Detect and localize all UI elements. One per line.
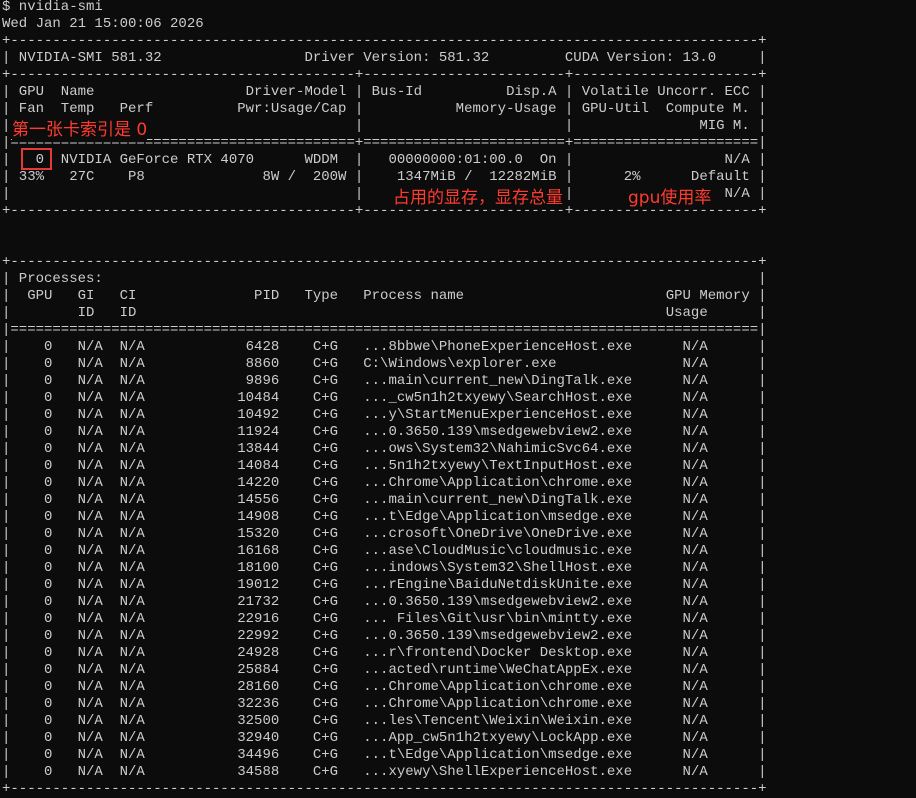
terminal-line: | 0 N/A N/A 22916 C+G ... Files\Git\usr\… — [2, 611, 767, 627]
gpu-util-annotation: gpu使用率 — [628, 188, 712, 208]
terminal-line: +---------------------------------------… — [2, 254, 767, 270]
terminal-line: | 0 N/A N/A 21732 C+G ...0.3650.139\msed… — [2, 594, 767, 610]
terminal-line: | 0 N/A N/A 10484 C+G ..._cw5n1h2txyewy\… — [2, 390, 767, 406]
terminal-line: | 0 N/A N/A 16168 C+G ...ase\CloudMusic\… — [2, 543, 767, 559]
terminal-line: | 0 N/A N/A 14556 C+G ...main\current_ne… — [2, 492, 767, 508]
terminal-line: | 0 N/A N/A 15320 C+G ...crosoft\OneDriv… — [2, 526, 767, 542]
terminal-line: +---------------------------------------… — [2, 33, 767, 49]
gpu-index-annotation: 第一张卡索引是 0 — [12, 120, 148, 140]
terminal-line: | 0 N/A N/A 18100 C+G ...indows\System32… — [2, 560, 767, 576]
terminal-line: | Processes: | — [2, 271, 767, 287]
terminal-line: | Fan Temp Perf Pwr:Usage/Cap | Memory-U… — [2, 101, 767, 117]
terminal-line: | 0 N/A N/A 34588 C+G ...xyewy\ShellExpe… — [2, 764, 767, 780]
terminal-line: | NVIDIA-SMI 581.32 Driver Version: 581.… — [2, 50, 767, 66]
terminal-line: | GPU Name Driver-Model | Bus-Id Disp.A … — [2, 84, 767, 100]
terminal-line: | ID ID Usage | — [2, 305, 767, 321]
terminal-line: | 0 N/A N/A 28160 C+G ...Chrome\Applicat… — [2, 679, 767, 695]
terminal-line: | 0 N/A N/A 19012 C+G ...rEngine\BaiduNe… — [2, 577, 767, 593]
terminal-line: | 0 NVIDIA GeForce RTX 4070 WDDM | 00000… — [2, 152, 767, 168]
terminal-line: | 0 N/A N/A 6428 C+G ...8bbwe\PhoneExper… — [2, 339, 767, 355]
terminal-line: | 0 N/A N/A 8860 C+G C:\Windows\explorer… — [2, 356, 767, 372]
terminal-line: | 0 N/A N/A 25884 C+G ...acted\runtime\W… — [2, 662, 767, 678]
terminal-line: | 0 N/A N/A 32500 C+G ...les\Tencent\Wei… — [2, 713, 767, 729]
terminal-line: | 33% 27C P8 8W / 200W | 1347MiB / 12282… — [2, 169, 767, 185]
terminal-line: | 0 N/A N/A 32940 C+G ...App_cw5n1h2txye… — [2, 730, 767, 746]
terminal-line: | 0 N/A N/A 22992 C+G ...0.3650.139\msed… — [2, 628, 767, 644]
terminal-line: | 0 N/A N/A 14908 C+G ...t\Edge\Applicat… — [2, 509, 767, 525]
terminal-line: | 0 N/A N/A 14084 C+G ...5n1h2txyewy\Tex… — [2, 458, 767, 474]
terminal-line: | 0 N/A N/A 32236 C+G ...Chrome\Applicat… — [2, 696, 767, 712]
terminal-line: | 0 N/A N/A 14220 C+G ...Chrome\Applicat… — [2, 475, 767, 491]
terminal-line: | 0 N/A N/A 13844 C+G ...ows\System32\Na… — [2, 441, 767, 457]
terminal-line: | 0 N/A N/A 11924 C+G ...0.3650.139\msed… — [2, 424, 767, 440]
terminal-line: | GPU GI CI PID Type Process name GPU Me… — [2, 288, 767, 304]
memory-usage-annotation: 占用的显存，显存总量 — [393, 188, 563, 208]
terminal-line: +---------------------------------------… — [2, 67, 767, 83]
terminal-line: Wed Jan 21 15:00:06 2026 — [2, 16, 204, 32]
terminal-line: | 0 N/A N/A 34496 C+G ...t\Edge\Applicat… — [2, 747, 767, 763]
terminal-line: | 0 N/A N/A 24928 C+G ...r\frontend\Dock… — [2, 645, 767, 661]
terminal-line: $ nvidia-smi — [2, 0, 103, 15]
gpu-index-highlight-box — [21, 148, 52, 170]
terminal-line: | 0 N/A N/A 9896 C+G ...main\current_new… — [2, 373, 767, 389]
terminal-line: | 0 N/A N/A 10492 C+G ...y\StartMenuExpe… — [2, 407, 767, 423]
terminal-line: |=======================================… — [2, 322, 767, 338]
